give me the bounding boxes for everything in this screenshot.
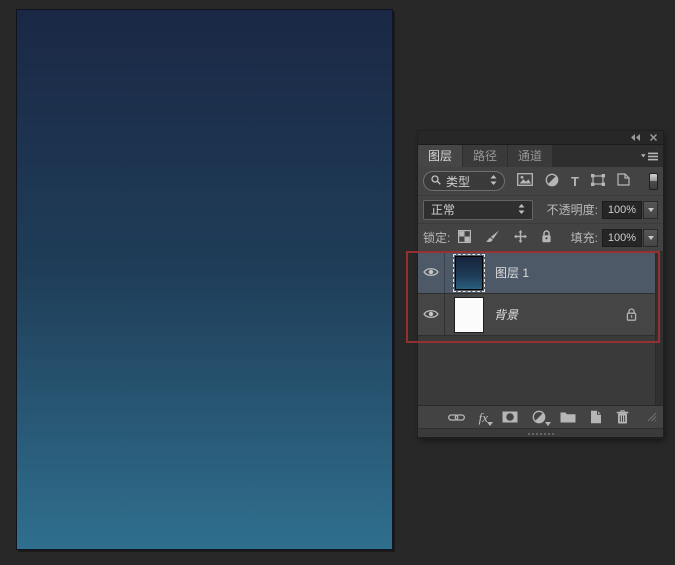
select-updown-icon bbox=[490, 174, 497, 188]
eye-icon bbox=[423, 266, 439, 280]
drag-grip-icon bbox=[528, 433, 554, 435]
layer-name[interactable]: 背景 bbox=[494, 306, 518, 323]
lock-label: 锁定: bbox=[423, 229, 450, 246]
panel-menu-icon[interactable] bbox=[636, 145, 663, 167]
layers-panel: 图层 路径 通道 类型 bbox=[418, 131, 663, 438]
close-panel-icon[interactable] bbox=[650, 134, 657, 141]
panel-resize-grip-icon[interactable] bbox=[647, 412, 657, 422]
panel-resize-bar[interactable] bbox=[418, 428, 663, 438]
opacity-dropdown-button[interactable] bbox=[643, 201, 658, 219]
smart-object-filter-icon[interactable] bbox=[617, 173, 630, 189]
layer-thumbnail-selection bbox=[453, 254, 485, 292]
filter-icon-group: T bbox=[517, 173, 630, 190]
type-layer-filter-icon[interactable]: T bbox=[571, 174, 579, 189]
layer-row-layer1[interactable]: 图层 1 bbox=[418, 252, 655, 294]
shape-layer-filter-icon[interactable] bbox=[591, 174, 605, 189]
panel-controls: 类型 T bbox=[418, 167, 663, 251]
panel-bottom-toolbar: fx bbox=[418, 405, 663, 428]
new-adjustment-layer-icon[interactable] bbox=[532, 410, 546, 424]
chevron-down-icon bbox=[648, 208, 654, 212]
tab-paths[interactable]: 路径 bbox=[463, 145, 507, 167]
tab-channels[interactable]: 通道 bbox=[508, 145, 552, 167]
photoshop-workspace: 图层 路径 通道 类型 bbox=[0, 0, 675, 565]
blend-mode-select[interactable]: 正常 bbox=[423, 200, 533, 220]
link-layers-icon[interactable] bbox=[448, 413, 465, 422]
panel-tab-bar: 图层 路径 通道 bbox=[418, 145, 663, 167]
panel-header bbox=[418, 131, 663, 145]
layer-locked-icon bbox=[626, 308, 637, 321]
chevron-down-icon bbox=[648, 236, 654, 240]
lock-position-icon[interactable] bbox=[514, 230, 527, 246]
visibility-toggle[interactable] bbox=[418, 252, 445, 293]
blend-row: 正常 不透明度: 100% bbox=[418, 195, 663, 223]
fill-dropdown-button[interactable] bbox=[643, 229, 658, 247]
new-layer-icon[interactable] bbox=[590, 410, 602, 424]
lock-image-pixels-icon[interactable] bbox=[485, 230, 500, 246]
adjustment-layer-filter-icon[interactable] bbox=[545, 173, 559, 190]
filter-row: 类型 T bbox=[418, 167, 663, 195]
collapse-panel-icon[interactable] bbox=[631, 134, 641, 141]
filter-kind-select[interactable]: 类型 bbox=[423, 171, 505, 191]
lock-icon-group bbox=[458, 230, 552, 246]
layer-row-background[interactable]: 背景 bbox=[418, 294, 655, 336]
lock-transparent-pixels-icon[interactable] bbox=[458, 230, 471, 246]
pixel-layer-filter-icon[interactable] bbox=[517, 173, 533, 189]
tab-layers[interactable]: 图层 bbox=[418, 145, 462, 167]
select-updown-icon bbox=[518, 203, 525, 217]
add-layer-mask-icon[interactable] bbox=[502, 411, 518, 423]
eye-icon bbox=[423, 308, 439, 322]
search-icon bbox=[431, 174, 441, 188]
background-thumbnail[interactable] bbox=[454, 297, 484, 333]
delete-layer-trash-icon[interactable] bbox=[616, 410, 629, 424]
filter-toggle-switch[interactable] bbox=[649, 173, 658, 190]
blend-mode-value: 正常 bbox=[431, 201, 455, 218]
layer1-thumbnail[interactable] bbox=[455, 256, 483, 290]
layers-scrollbar[interactable] bbox=[655, 252, 663, 405]
opacity-value-field[interactable]: 100% bbox=[602, 201, 642, 219]
layer-style-fx-icon[interactable]: fx bbox=[479, 411, 488, 424]
chevron-down-icon bbox=[545, 422, 551, 426]
lock-all-icon[interactable] bbox=[541, 230, 552, 246]
fill-label: 填充: bbox=[571, 229, 598, 246]
filter-kind-label: 类型 bbox=[446, 173, 470, 190]
layer-name[interactable]: 图层 1 bbox=[495, 264, 529, 281]
chevron-down-icon bbox=[487, 422, 493, 426]
opacity-label: 不透明度: bbox=[547, 201, 598, 218]
document-canvas[interactable] bbox=[16, 9, 393, 550]
fill-value-field[interactable]: 100% bbox=[602, 229, 642, 247]
layers-list: 图层 1 背景 bbox=[418, 251, 663, 405]
lock-row: 锁定: 填充: 100% bbox=[418, 223, 663, 251]
visibility-toggle[interactable] bbox=[418, 294, 445, 335]
new-group-icon[interactable] bbox=[560, 411, 576, 423]
